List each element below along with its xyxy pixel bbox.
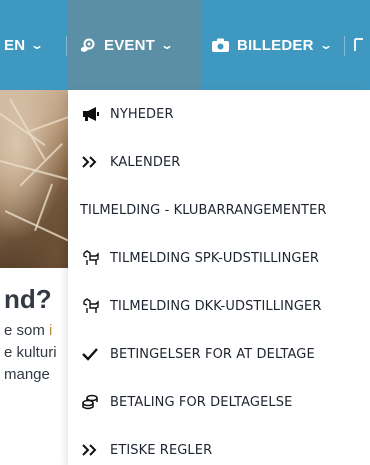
dog-icon	[82, 297, 104, 315]
dog-icon	[82, 249, 104, 267]
menu-item-label: TILMELDING SPK-UDSTILLINGER	[110, 250, 320, 266]
check-icon	[82, 345, 104, 363]
nav-item-more-icon[interactable]	[352, 0, 366, 90]
menu-item-kalender[interactable]: KALENDER	[68, 138, 370, 186]
menu-item-label: KALENDER	[110, 154, 181, 170]
nav-item-event[interactable]: EVENT ⌄	[68, 0, 201, 90]
caret-down-icon: ⌄	[159, 38, 175, 52]
menu-item-betingelser[interactable]: BETINGELSER FOR AT DELTAGE	[68, 330, 370, 378]
nav-item-label: EN	[4, 36, 26, 54]
page-text-line: mange	[4, 366, 50, 383]
nav-item-billeder[interactable]: BILLEDER ⌄	[212, 0, 333, 90]
menu-item-tilmelding-dkk[interactable]: TILMELDING DKK-UDSTILLINGER	[68, 282, 370, 330]
nav-item-en[interactable]: EN ⌄	[4, 0, 45, 90]
megaphone-icon	[82, 105, 104, 123]
double-chevron-right-icon	[82, 153, 104, 171]
coins-icon	[82, 393, 104, 411]
nav-item-label: BILLEDER	[237, 36, 314, 54]
gear-hand-icon	[80, 37, 96, 53]
nav-item-label: EVENT	[104, 36, 156, 54]
menu-item-label: ETISKE REGLER	[110, 442, 213, 458]
menu-item-label: BETINGELSER FOR AT DELTAGE	[110, 346, 315, 362]
event-dropdown-menu: NYHEDER KALENDER TILMELDING - KLUBARRANG…	[68, 90, 370, 465]
menu-item-etiske-regler[interactable]: ETISKE REGLER	[68, 426, 370, 465]
page-text-line: e som i	[4, 322, 53, 339]
menu-item-label: TILMELDING DKK-UDSTILLINGER	[110, 298, 322, 314]
partial-icon	[354, 38, 363, 51]
menu-item-tilmelding-klubarrangementer[interactable]: TILMELDING - KLUBARRANGEMENTER	[68, 186, 370, 234]
menu-item-label: NYHEDER	[110, 106, 174, 122]
page-heading: nd?	[4, 284, 52, 314]
menu-item-label: BETALING FOR DELTAGELSE	[110, 394, 293, 410]
double-chevron-right-icon	[82, 441, 104, 459]
nav-separator	[66, 36, 67, 56]
menu-item-label: TILMELDING - KLUBARRANGEMENTER	[80, 202, 327, 218]
caret-down-icon: ⌄	[30, 38, 45, 52]
nav-separator	[344, 36, 345, 56]
caret-down-icon: ⌄	[318, 38, 333, 52]
menu-item-betaling[interactable]: BETALING FOR DELTAGELSE	[68, 378, 370, 426]
camera-icon	[212, 38, 229, 52]
top-navbar: EN ⌄ EVENT ⌄ BILLEDER ⌄	[0, 0, 370, 90]
menu-item-nyheder[interactable]: NYHEDER	[68, 90, 370, 138]
menu-item-tilmelding-spk[interactable]: TILMELDING SPK-UDSTILLINGER	[68, 234, 370, 282]
page-text-line: e kulturi	[4, 344, 57, 361]
